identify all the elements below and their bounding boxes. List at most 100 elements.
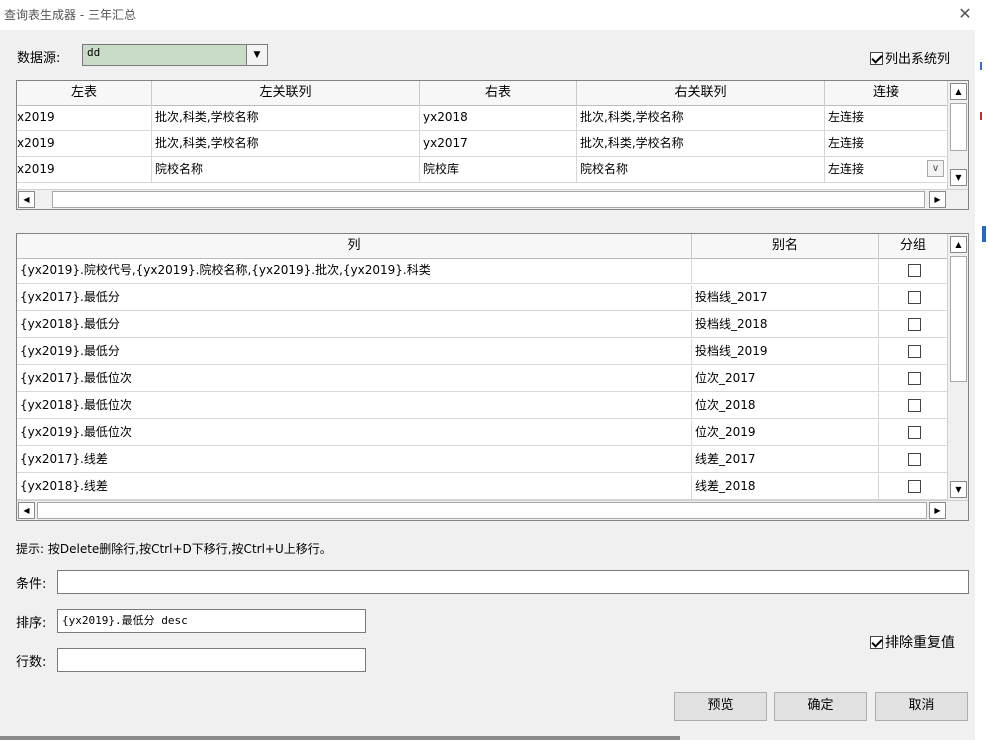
header-right-table[interactable]: 右表 bbox=[420, 81, 577, 105]
cell-alias[interactable]: 位次_2018 bbox=[692, 393, 879, 418]
cell-right-columns[interactable]: 院校名称 bbox=[577, 157, 825, 182]
column-grid-vscrollbar[interactable]: ▲ ▼ bbox=[947, 234, 968, 501]
scroll-up-icon[interactable]: ▲ bbox=[950, 83, 967, 100]
sort-input[interactable]: {yx2019}.最低分 desc bbox=[57, 609, 366, 633]
group-checkbox[interactable] bbox=[908, 291, 921, 304]
scroll-right-icon[interactable]: ▶ bbox=[929, 191, 946, 208]
cell-left-columns[interactable]: 院校名称 bbox=[152, 157, 420, 182]
cell-column[interactable]: {yx2017}.最低分 bbox=[17, 285, 692, 310]
scroll-down-icon[interactable]: ▼ bbox=[950, 169, 967, 186]
cell-column[interactable]: {yx2018}.最低位次 bbox=[17, 393, 692, 418]
join-grid-header: 左表 左关联列 右表 右关联列 连接 bbox=[17, 81, 947, 106]
join-row[interactable]: x2019 批次,科类,学校名称 yx2018 批次,科类,学校名称 左连接 bbox=[17, 105, 947, 131]
cell-alias[interactable]: 投档线_2019 bbox=[692, 339, 879, 364]
column-row[interactable]: {yx2018}.最低位次 位次_2018 bbox=[17, 393, 947, 419]
group-checkbox[interactable] bbox=[908, 453, 921, 466]
scroll-left-icon[interactable]: ◀ bbox=[18, 191, 35, 208]
cell-join-type[interactable]: 左连接 bbox=[825, 105, 947, 130]
cell-alias[interactable]: 位次_2017 bbox=[692, 366, 879, 391]
checkbox-checked-icon[interactable] bbox=[870, 635, 883, 649]
cell-left-table[interactable]: x2019 bbox=[17, 157, 152, 182]
scroll-right-icon[interactable]: ▶ bbox=[929, 502, 946, 519]
dropdown-arrow-icon[interactable]: ▼ bbox=[246, 45, 267, 65]
join-grid-hscrollbar[interactable]: ◀ ▶ bbox=[17, 189, 968, 209]
scroll-thumb[interactable] bbox=[37, 502, 927, 519]
header-join-type[interactable]: 连接 bbox=[825, 81, 947, 105]
header-group[interactable]: 分组 bbox=[879, 234, 947, 258]
cell-alias[interactable]: 位次_2019 bbox=[692, 420, 879, 445]
scroll-left-icon[interactable]: ◀ bbox=[18, 502, 35, 519]
group-checkbox[interactable] bbox=[908, 318, 921, 331]
group-checkbox[interactable] bbox=[908, 426, 921, 439]
column-row[interactable]: {yx2017}.线差 线差_2017 bbox=[17, 447, 947, 473]
header-left-columns[interactable]: 左关联列 bbox=[152, 81, 420, 105]
column-row[interactable]: {yx2019}.院校代号,{yx2019}.院校名称,{yx2019}.批次,… bbox=[17, 258, 947, 284]
join-grid-vscrollbar[interactable]: ▲ ▼ bbox=[947, 81, 968, 191]
column-row[interactable]: {yx2017}.最低分 投档线_2017 bbox=[17, 285, 947, 311]
header-right-columns[interactable]: 右关联列 bbox=[577, 81, 825, 105]
column-row[interactable]: {yx2018}.线差 线差_2018 bbox=[17, 474, 947, 500]
header-alias[interactable]: 别名 bbox=[692, 234, 879, 258]
ok-button[interactable]: 确定 bbox=[774, 692, 867, 721]
join-row[interactable]: x2019 院校名称 院校库 院校名称 左连接 ∨ bbox=[17, 157, 947, 183]
cell-group bbox=[879, 285, 947, 310]
show-system-columns-checkbox[interactable]: 列出系统列 bbox=[870, 48, 950, 67]
cell-group bbox=[879, 474, 947, 499]
cell-alias[interactable]: 线差_2018 bbox=[692, 474, 879, 499]
group-checkbox[interactable] bbox=[908, 264, 921, 277]
cell-left-columns[interactable]: 批次,科类,学校名称 bbox=[152, 105, 420, 130]
group-checkbox[interactable] bbox=[908, 399, 921, 412]
cell-column[interactable]: {yx2018}.线差 bbox=[17, 474, 692, 499]
column-row[interactable]: {yx2017}.最低位次 位次_2017 bbox=[17, 366, 947, 392]
show-system-columns-label: 列出系统列 bbox=[885, 52, 951, 67]
cell-column[interactable]: {yx2019}.最低分 bbox=[17, 339, 692, 364]
cell-join-type-combo[interactable]: 左连接 ∨ bbox=[825, 157, 947, 182]
cell-right-table[interactable]: yx2018 bbox=[420, 105, 577, 130]
cell-right-table[interactable]: 院校库 bbox=[420, 157, 577, 182]
cell-column[interactable]: {yx2018}.最低分 bbox=[17, 312, 692, 337]
join-row[interactable]: x2019 批次,科类,学校名称 yx2017 批次,科类,学校名称 左连接 bbox=[17, 131, 947, 157]
cell-alias[interactable]: 投档线_2018 bbox=[692, 312, 879, 337]
close-icon[interactable]: ✕ bbox=[955, 4, 975, 24]
cell-column[interactable]: {yx2019}.院校代号,{yx2019}.院校名称,{yx2019}.批次,… bbox=[17, 258, 692, 283]
column-row[interactable]: {yx2018}.最低分 投档线_2018 bbox=[17, 312, 947, 338]
cell-column[interactable]: {yx2019}.最低位次 bbox=[17, 420, 692, 445]
cell-join-type[interactable]: 左连接 bbox=[825, 131, 947, 156]
cell-alias[interactable] bbox=[692, 258, 879, 283]
group-checkbox[interactable] bbox=[908, 372, 921, 385]
cell-right-columns[interactable]: 批次,科类,学校名称 bbox=[577, 105, 825, 130]
group-checkbox[interactable] bbox=[908, 345, 921, 358]
checkbox-checked-icon[interactable] bbox=[870, 52, 883, 65]
cell-left-table[interactable]: x2019 bbox=[17, 131, 152, 156]
column-grid-hscrollbar[interactable]: ◀ ▶ bbox=[17, 500, 968, 520]
column-row[interactable]: {yx2019}.最低分 投档线_2019 bbox=[17, 339, 947, 365]
cancel-button[interactable]: 取消 bbox=[875, 692, 968, 721]
preview-button[interactable]: 预览 bbox=[674, 692, 767, 721]
cell-alias[interactable]: 线差_2017 bbox=[692, 447, 879, 472]
header-column[interactable]: 列 bbox=[17, 234, 692, 258]
combo-chevron-down-icon[interactable]: ∨ bbox=[927, 160, 944, 177]
datasource-select[interactable]: dd ▼ bbox=[82, 44, 268, 66]
rows-label: 行数: bbox=[16, 655, 47, 670]
cell-left-table[interactable]: x2019 bbox=[17, 105, 152, 130]
rows-input[interactable] bbox=[57, 648, 366, 672]
scroll-thumb[interactable] bbox=[950, 256, 967, 382]
distinct-checkbox[interactable]: 排除重复值 bbox=[870, 632, 955, 652]
cell-alias[interactable]: 投档线_2017 bbox=[692, 285, 879, 310]
join-type-value: 左连接 bbox=[828, 162, 865, 176]
cell-column[interactable]: {yx2017}.最低位次 bbox=[17, 366, 692, 391]
hint-text: 提示: 按Delete删除行,按Ctrl+D下移行,按Ctrl+U上移行。 bbox=[16, 542, 332, 556]
column-row[interactable]: {yx2019}.最低位次 位次_2019 bbox=[17, 420, 947, 446]
scroll-thumb[interactable] bbox=[950, 103, 967, 151]
cell-right-table[interactable]: yx2017 bbox=[420, 131, 577, 156]
cell-right-columns[interactable]: 批次,科类,学校名称 bbox=[577, 131, 825, 156]
group-checkbox[interactable] bbox=[908, 480, 921, 493]
cell-left-columns[interactable]: 批次,科类,学校名称 bbox=[152, 131, 420, 156]
header-left-table[interactable]: 左表 bbox=[17, 81, 152, 105]
sort-label: 排序: bbox=[16, 616, 47, 631]
scroll-down-icon[interactable]: ▼ bbox=[950, 481, 967, 498]
cell-column[interactable]: {yx2017}.线差 bbox=[17, 447, 692, 472]
scroll-thumb[interactable] bbox=[52, 191, 925, 208]
scroll-up-icon[interactable]: ▲ bbox=[950, 236, 967, 253]
condition-input[interactable] bbox=[57, 570, 969, 594]
